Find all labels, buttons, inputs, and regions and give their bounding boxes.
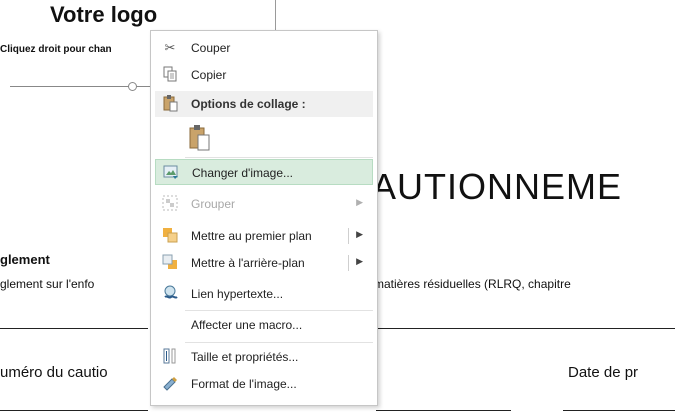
field-underline [0, 410, 148, 411]
format-picture-icon [161, 375, 179, 393]
scissors-icon: ✂ [164, 40, 176, 55]
field-underline [563, 410, 675, 411]
split-divider [348, 255, 349, 271]
menu-item-assign-macro[interactable]: Affecter une macro... [155, 312, 373, 338]
menu-item-label: Grouper [191, 197, 236, 211]
menu-item-size-properties[interactable]: Taille et propriétés... [155, 344, 373, 370]
submenu-arrow-icon[interactable]: ▶ [356, 256, 363, 267]
paste-options-header: Options de collage : [155, 91, 373, 117]
paste-options-label: Options de collage : [191, 97, 306, 111]
text-cursor-divider [275, 0, 276, 30]
field-underline [376, 410, 511, 411]
send-backward-icon [161, 254, 179, 272]
menu-item-change-image[interactable]: Changer d'image... [155, 159, 373, 185]
group-icon [161, 195, 179, 213]
regulation-text-left: glement sur l'enfo [0, 277, 95, 291]
size-icon [161, 348, 179, 366]
logo-placeholder-hint: Cliquez droit pour chan [0, 44, 112, 55]
menu-separator [185, 342, 373, 343]
divider-line [0, 328, 148, 329]
menu-item-send-back[interactable]: Mettre à l'arrière-plan ▶ [155, 250, 373, 276]
menu-item-hyperlink[interactable]: Lien hypertexte... [155, 281, 373, 307]
menu-item-label: Copier [191, 68, 227, 82]
copy-icon [161, 66, 179, 84]
menu-item-group[interactable]: Grouper ▶ [155, 191, 373, 217]
menu-item-label: Mettre à l'arrière-plan [191, 256, 305, 270]
field-label-left: uméro du cautio [0, 364, 108, 381]
menu-item-label: Taille et propriétés... [191, 350, 299, 364]
document-heading: AUTIONNEME [372, 166, 623, 207]
logo-placeholder-title[interactable]: Votre logo [50, 2, 157, 28]
paste-keep-formatting-button[interactable] [187, 123, 213, 153]
menu-item-label: Lien hypertexte... [191, 287, 284, 301]
divider-line [376, 328, 675, 329]
regulation-text-right: matières résiduelles (RLRQ, chapitre [374, 277, 571, 291]
change-picture-icon [162, 164, 180, 182]
menu-item-label: Affecter une macro... [191, 318, 303, 332]
menu-item-copy[interactable]: Copier [155, 62, 373, 88]
menu-item-label: Couper [191, 41, 231, 55]
menu-separator [185, 310, 373, 311]
clipboard-icon [161, 94, 179, 112]
menu-item-label: Changer d'image... [192, 166, 294, 180]
section-heading: glement [0, 252, 50, 267]
menu-item-bring-front[interactable]: Mettre au premier plan ▶ [155, 223, 373, 249]
image-selection-line [10, 86, 160, 87]
menu-separator [185, 157, 373, 158]
bring-forward-icon [161, 227, 179, 245]
menu-item-label: Format de l'image... [191, 377, 297, 391]
menu-item-format-image[interactable]: Format de l'image... [155, 371, 373, 397]
submenu-arrow-icon[interactable]: ▶ [356, 229, 363, 240]
split-divider [348, 228, 349, 244]
menu-item-label: Mettre au premier plan [191, 229, 312, 243]
context-menu: ✂ Couper Copier Options de collage : Cha… [150, 30, 378, 406]
menu-item-cut[interactable]: ✂ Couper [155, 35, 373, 61]
selection-handle-round[interactable] [128, 82, 137, 91]
link-icon [161, 285, 179, 303]
field-label-right: Date de pr [568, 364, 639, 381]
submenu-arrow-icon: ▶ [356, 197, 363, 207]
